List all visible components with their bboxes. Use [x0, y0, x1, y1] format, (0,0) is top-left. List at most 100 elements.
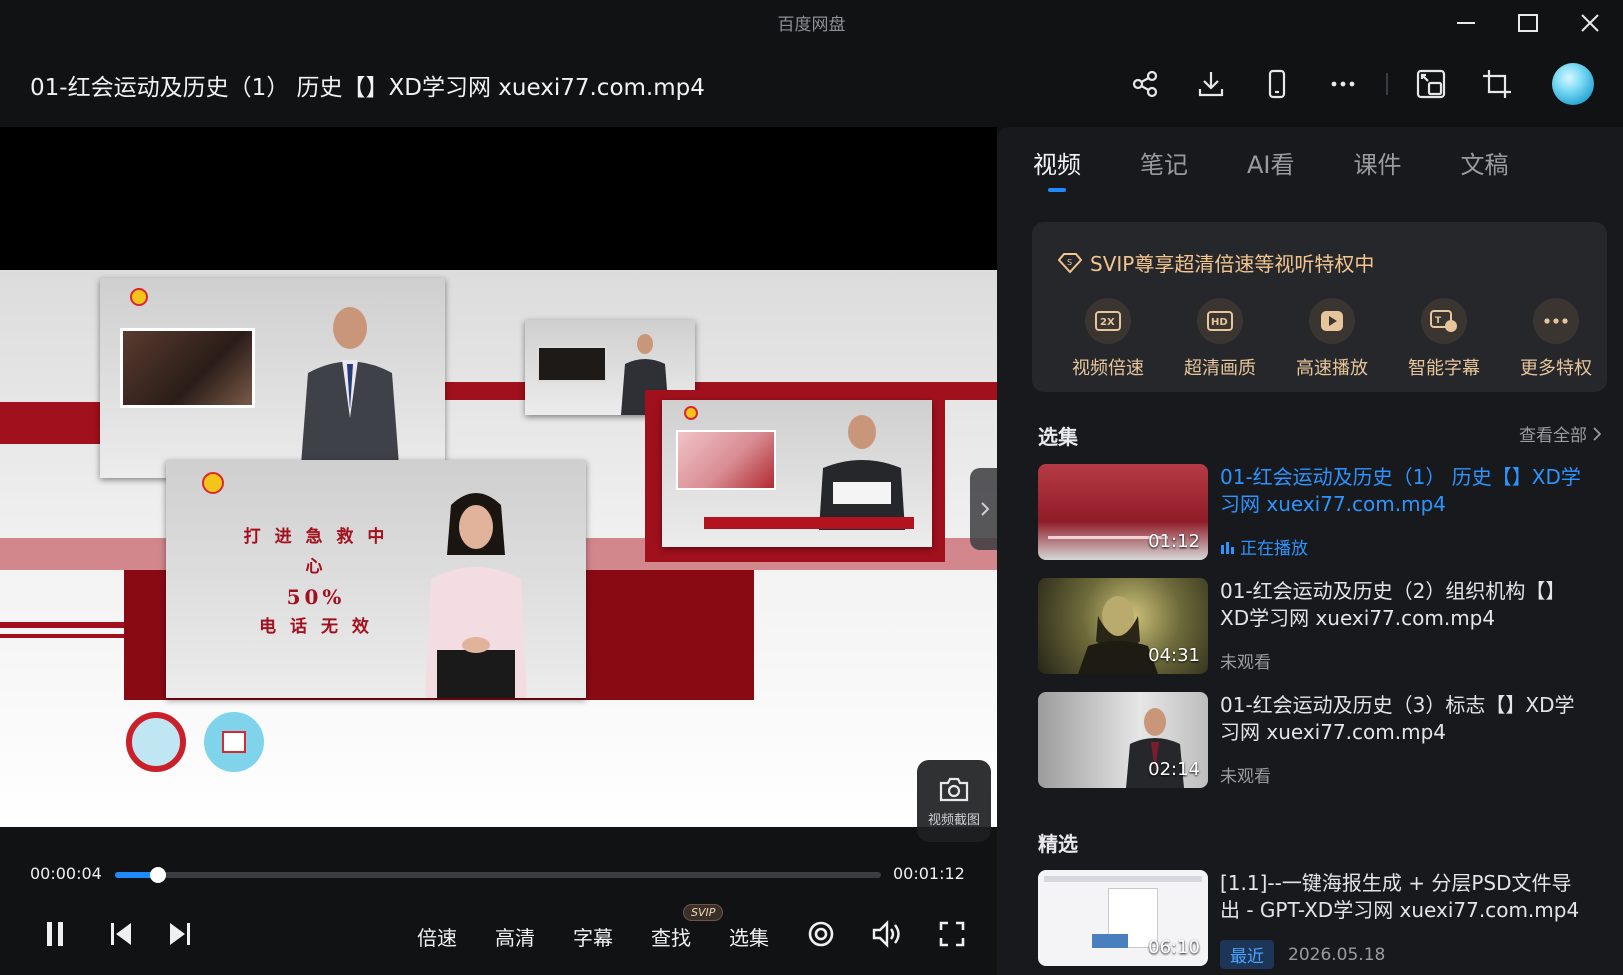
- recent-badge: 最近: [1220, 940, 1274, 969]
- user-avatar[interactable]: [1552, 63, 1594, 105]
- fullscreen-icon: [939, 921, 965, 947]
- featured-item[interactable]: 06:10 [1.1]--一键海报生成 + 分层PSD文件导出 - GPT-XD…: [1038, 870, 1598, 969]
- search-button[interactable]: 查找: [651, 922, 691, 951]
- episode-item[interactable]: 01:12 01-红会运动及历史（1） 历史【】XD学习网 xuexi77.co…: [1038, 464, 1598, 560]
- close-icon: [1581, 14, 1599, 32]
- next-button[interactable]: [163, 916, 197, 952]
- svip-perks: 2X 视频倍速 HD 超清画质 高速播放 T 智能字幕 更多特权: [1052, 298, 1612, 380]
- video-overlay-text: 打 进 急 救 中 心 50% 电 话 无 效: [236, 522, 396, 642]
- subtitle-button[interactable]: 字幕: [573, 922, 613, 951]
- previous-button[interactable]: [104, 916, 138, 952]
- video-inset-photo: [120, 328, 255, 408]
- svg-text:T: T: [1435, 316, 1442, 326]
- episode-status: 未观看: [1220, 762, 1271, 787]
- perk-video-speed[interactable]: 2X 视频倍速: [1052, 298, 1164, 380]
- progress-thumb[interactable]: [149, 867, 166, 883]
- minimize-button[interactable]: [1447, 8, 1485, 38]
- download-button[interactable]: [1178, 60, 1244, 108]
- featured-thumbnail: 06:10: [1038, 870, 1208, 966]
- episode-status-text: 正在播放: [1240, 539, 1308, 559]
- side-tabs: 视频 笔记 AI看 课件 文稿: [1033, 145, 1509, 192]
- video-panel-main: 打 进 急 救 中 心 50% 电 话 无 效: [166, 460, 586, 698]
- episode-title: 01-红会运动及历史（3）标志【】XD学习网 xuexi77.com.mp4: [1220, 693, 1575, 744]
- episodes-button[interactable]: 选集: [729, 922, 769, 951]
- quality-button[interactable]: 高清: [495, 922, 535, 951]
- phone-icon: [1268, 69, 1286, 99]
- tab-ai-view[interactable]: AI看: [1247, 145, 1295, 180]
- episodes-section-title: 选集: [1038, 425, 1078, 449]
- skip-next-icon: [170, 923, 190, 945]
- download-icon: [1198, 72, 1224, 97]
- episode-duration: 01:12: [1148, 531, 1200, 552]
- chevron-right-icon: [1593, 426, 1601, 441]
- tab-notes[interactable]: 笔记: [1140, 145, 1188, 180]
- pause-button[interactable]: [38, 916, 72, 952]
- share-button[interactable]: [1112, 60, 1178, 108]
- featured-date: 2026.05.18: [1288, 944, 1386, 965]
- window-controls: [1447, 8, 1609, 38]
- svip-tag: SVIP: [683, 904, 724, 921]
- episode-status: 正在播放: [1220, 534, 1308, 559]
- svg-text:2X: 2X: [1100, 317, 1115, 328]
- episode-duration: 02:14: [1148, 759, 1200, 780]
- episode-thumbnail: 02:14: [1038, 692, 1208, 788]
- no-entry-sign: [126, 712, 186, 772]
- speed-2x-icon: 2X: [1085, 298, 1131, 344]
- presenter-figure: [819, 415, 905, 530]
- speed-button[interactable]: 倍速: [417, 922, 457, 951]
- subtitle-icon: T: [1421, 298, 1467, 344]
- video-red-band: [0, 622, 124, 628]
- episode-title: 01-红会运动及历史（2）组织机构【】XD学习网 xuexi77.com.mp4: [1220, 579, 1566, 630]
- progress-bar[interactable]: [115, 867, 881, 883]
- tab-courseware[interactable]: 课件: [1354, 145, 1402, 180]
- maximize-button[interactable]: [1509, 8, 1547, 38]
- see-all-label: 查看全部: [1519, 426, 1587, 446]
- hd-icon: HD: [1197, 298, 1243, 344]
- featured-section-title: 精选: [1038, 832, 1078, 856]
- fullscreen-button[interactable]: [934, 916, 970, 952]
- maximize-icon: [1518, 14, 1538, 32]
- video-inset-photo: [537, 346, 607, 382]
- episode-item[interactable]: 02:14 01-红会运动及历史（3）标志【】XD学习网 xuexi77.com…: [1038, 692, 1598, 788]
- picture-in-picture-button[interactable]: [1398, 60, 1464, 108]
- perk-label: 更多特权: [1520, 358, 1592, 379]
- video-next-arrow[interactable]: [970, 468, 1000, 550]
- episode-item[interactable]: 04:31 01-红会运动及历史（2）组织机构【】XD学习网 xuexi77.c…: [1038, 578, 1598, 674]
- screenshot-label: 视频截图: [927, 812, 980, 828]
- more-button[interactable]: [1310, 60, 1376, 108]
- red-cross-logo: [684, 406, 698, 420]
- current-time: 00:00:04: [30, 864, 102, 883]
- perk-more[interactable]: 更多特权: [1500, 298, 1612, 380]
- phone-button[interactable]: [1244, 60, 1310, 108]
- perk-fast-play[interactable]: 高速播放: [1276, 298, 1388, 380]
- diamond-icon: S: [1058, 252, 1082, 273]
- svip-headline[interactable]: S SVIP尊享超清倍速等视听特权中: [1058, 248, 1374, 277]
- overlay-line: 电 话 无 效: [259, 617, 373, 637]
- svg-text:S: S: [1067, 258, 1072, 267]
- total-time: 00:01:12: [893, 864, 965, 883]
- loop-button[interactable]: [803, 916, 839, 952]
- video-inset-photo: [676, 430, 776, 490]
- episode-status-text: 未观看: [1220, 653, 1271, 673]
- crop-window-button[interactable]: [1464, 60, 1530, 108]
- featured-duration: 06:10: [1148, 937, 1200, 958]
- more-icon: [1331, 81, 1355, 87]
- volume-icon: [872, 920, 900, 948]
- minimize-icon: [1457, 22, 1475, 24]
- close-button[interactable]: [1571, 8, 1609, 38]
- episode-duration: 04:31: [1148, 645, 1200, 666]
- tab-video[interactable]: 视频: [1033, 145, 1081, 192]
- video-player[interactable]: 打 进 急 救 中 心 50% 电 话 无 效: [0, 127, 997, 827]
- perk-smart-subtitle[interactable]: T 智能字幕: [1388, 298, 1500, 380]
- video-panel-presenter-3: [662, 400, 932, 547]
- tab-transcript[interactable]: 文稿: [1461, 145, 1509, 180]
- overlay-line: 50%: [286, 585, 346, 609]
- pause-icon: [47, 922, 63, 946]
- perk-hd-quality[interactable]: HD 超清画质: [1164, 298, 1276, 380]
- see-all-link[interactable]: 查看全部: [1519, 421, 1601, 446]
- featured-meta: 最近 2026.05.18: [1220, 940, 1385, 969]
- first-aid-kit-icon: [204, 712, 264, 772]
- featured-title: [1.1]--一键海报生成 + 分层PSD文件导出 - GPT-XD学习网 xu…: [1220, 871, 1580, 922]
- volume-button[interactable]: [869, 916, 905, 952]
- screenshot-button[interactable]: 视频截图: [917, 760, 991, 842]
